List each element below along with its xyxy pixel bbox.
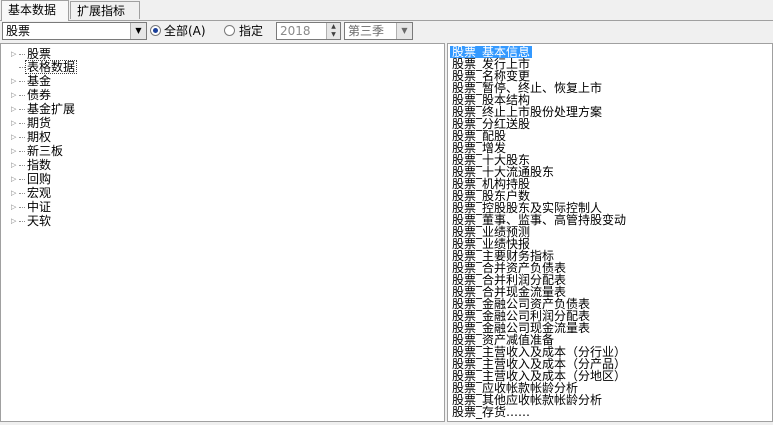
toolbar: 股票 ▼ 全部(A) 指定 2018 ▲ ▼ 第三季 ▼: [0, 21, 773, 43]
expand-arrow-icon[interactable]: ▷: [11, 75, 19, 87]
spin-down-icon[interactable]: ▼: [327, 31, 340, 39]
expand-arrow-icon[interactable]: ▷: [11, 159, 19, 171]
season-value: 第三季: [348, 24, 385, 38]
security-type-dropdown[interactable]: 股票 ▼: [2, 22, 147, 40]
tree-item[interactable]: ▷ 基金: [11, 75, 52, 87]
tree-item-label: 新三板: [27, 144, 64, 158]
security-type-value: 股票: [6, 24, 31, 38]
expand-arrow-icon[interactable]: ▷: [11, 117, 19, 129]
expand-arrow-icon[interactable]: ▷: [11, 103, 19, 115]
tab-extended-indicators[interactable]: 扩展指标: [70, 1, 140, 19]
expand-arrow-icon[interactable]: ▷: [11, 215, 19, 227]
tree-item[interactable]: ▷ 宏观: [11, 187, 52, 199]
year-value: 2018: [280, 24, 311, 38]
expand-arrow-icon[interactable]: ▷: [11, 131, 19, 143]
tree-item-label: 表格数据: [24, 60, 78, 74]
tree-item-label: 中证: [27, 200, 52, 214]
tree-item[interactable]: ▷ 债券: [11, 89, 52, 101]
tree-item-label: 基金扩展: [27, 102, 76, 116]
tab-basic-data[interactable]: 基本数据: [1, 0, 69, 21]
spinner-buttons: ▲ ▼: [326, 23, 340, 39]
tree-item[interactable]: ▷ 天软: [11, 215, 52, 227]
tree-item-label: 期权: [27, 130, 52, 144]
expand-arrow-icon[interactable]: ▷: [11, 48, 19, 60]
tree-item[interactable]: ▷ 股票: [11, 48, 52, 60]
expand-arrow-icon[interactable]: ▷: [11, 201, 19, 213]
season-dropdown[interactable]: 第三季 ▼: [344, 22, 413, 40]
tree-item[interactable]: ▷ 指数: [11, 159, 52, 171]
tree-item-label: 基金: [27, 74, 52, 88]
tree-item-label: 债券: [27, 88, 52, 102]
tree-item[interactable]: ▷ 新三板: [11, 145, 64, 157]
tree-item[interactable]: ▷ 期货: [11, 117, 52, 129]
table-list[interactable]: 股票_基本信息 股票_发行上市 股票_名称变更 股票_暂停、终止、恢复上市 股票…: [447, 43, 773, 422]
expand-arrow-icon[interactable]: ▷: [11, 145, 19, 157]
tree-item-label: 股票: [27, 47, 52, 61]
tree-item-label: 天软: [27, 214, 52, 228]
expand-arrow-icon[interactable]: ▷: [11, 173, 19, 185]
tree-item[interactable]: ▷ 中证: [11, 201, 52, 213]
tab-bar: 基本数据 扩展指标: [0, 0, 773, 21]
spin-up-icon[interactable]: ▲: [327, 23, 340, 31]
tree-item-label: 宏观: [27, 186, 52, 200]
chevron-down-icon[interactable]: ▼: [130, 23, 146, 39]
tree-item-selected[interactable]: 表格数据: [11, 60, 78, 74]
category-tree[interactable]: ▷ 股票 表格数据 ▷ 基金 ▷ 债券 ▷ 基金扩展 ▷ 期货 ▷ 期权 ▷ 新三板 ▷ 指数 …: [0, 43, 445, 422]
tree-item[interactable]: ▷ 回购: [11, 173, 52, 185]
radio-all-label[interactable]: 全部(A): [164, 24, 206, 38]
tree-item[interactable]: ▷ 期权: [11, 131, 52, 143]
year-spinner[interactable]: 2018 ▲ ▼: [276, 22, 341, 40]
radio-specified-label[interactable]: 指定: [239, 24, 263, 38]
tree-item-label: 期货: [27, 116, 52, 130]
tree-item[interactable]: ▷ 基金扩展: [11, 103, 76, 115]
chevron-down-icon[interactable]: ▼: [396, 23, 412, 39]
app-window: 基本数据 扩展指标 股票 ▼ 全部(A) 指定 2018 ▲ ▼ 第三季 ▼ ▷…: [0, 0, 773, 425]
expand-arrow-icon[interactable]: ▷: [11, 187, 19, 199]
radio-specified[interactable]: [224, 25, 235, 36]
tree-item-label: 回购: [27, 172, 52, 186]
expand-arrow-icon[interactable]: ▷: [11, 89, 19, 101]
list-item[interactable]: 股票_存货……: [450, 406, 532, 418]
tree-item-label: 指数: [27, 158, 52, 172]
radio-all[interactable]: [150, 25, 161, 36]
